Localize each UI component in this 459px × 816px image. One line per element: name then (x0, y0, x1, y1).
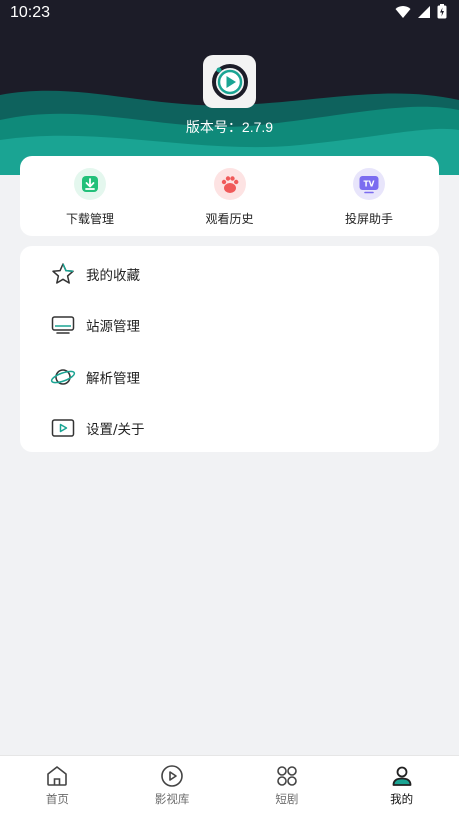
paw-icon (213, 168, 246, 200)
menu-label-favorites: 我的收藏 (86, 267, 140, 284)
quick-actions-card: 下载管理 观看历史 TV 投屏助手 (20, 156, 439, 236)
nav-label-library: 影视库 (154, 792, 190, 806)
star-icon (50, 261, 76, 287)
video-icon (50, 415, 76, 441)
wifi-icon (395, 5, 411, 18)
quick-label-history: 观看历史 (205, 212, 254, 226)
download-icon (74, 168, 106, 200)
quick-label-cast: 投屏助手 (344, 212, 393, 226)
app-logo (203, 55, 256, 108)
menu-item-favorites[interactable]: 我的收藏 (20, 248, 439, 300)
monitor-icon (50, 312, 76, 338)
nav-item-home[interactable]: 首页 (0, 756, 115, 816)
menu-label-settings: 设置/关于 (86, 422, 145, 439)
nav-label-shorts: 短剧 (275, 792, 299, 806)
nav-label-home: 首页 (45, 792, 69, 806)
tv-icon: TV (353, 168, 385, 200)
menu-label-parsers: 解析管理 (86, 370, 140, 387)
version-text: 版本号：2.7.9 (185, 119, 274, 135)
play-circle-icon (161, 765, 183, 787)
quick-item-history[interactable]: 观看历史 (170, 156, 290, 236)
nav-item-library[interactable]: 影视库 (115, 756, 230, 816)
home-icon (47, 766, 68, 786)
grid-icon (277, 766, 297, 786)
signal-icon (418, 5, 430, 18)
nav-item-shorts[interactable]: 短剧 (230, 756, 345, 816)
nav-item-mine[interactable]: 我的 (344, 756, 459, 816)
battery-icon (437, 4, 447, 19)
user-icon (392, 766, 412, 786)
menu-label-sources: 站源管理 (86, 319, 140, 336)
quick-item-cast[interactable]: TV 投屏助手 (309, 156, 429, 236)
profile-header: 10:23 版本号：2.7.9 (0, 0, 459, 175)
quick-label-download: 下载管理 (65, 212, 114, 226)
status-bar: 10:23 (0, 0, 459, 26)
menu-item-sources[interactable]: 站源管理 (20, 300, 439, 352)
planet-icon (50, 364, 76, 390)
menu-item-settings[interactable]: 设置/关于 (20, 403, 439, 455)
menu-card: 我的收藏 站源管理 解析管理 设置/关于 (20, 246, 439, 452)
bottom-nav: 首页 影视库 短剧 我的 (0, 755, 459, 816)
status-time: 10:23 (10, 4, 51, 21)
nav-label-mine: 我的 (390, 792, 414, 806)
play-logo-icon (211, 63, 248, 100)
menu-item-parsers[interactable]: 解析管理 (20, 351, 439, 403)
svg-text:TV: TV (364, 180, 375, 189)
quick-item-download[interactable]: 下载管理 (30, 156, 150, 236)
